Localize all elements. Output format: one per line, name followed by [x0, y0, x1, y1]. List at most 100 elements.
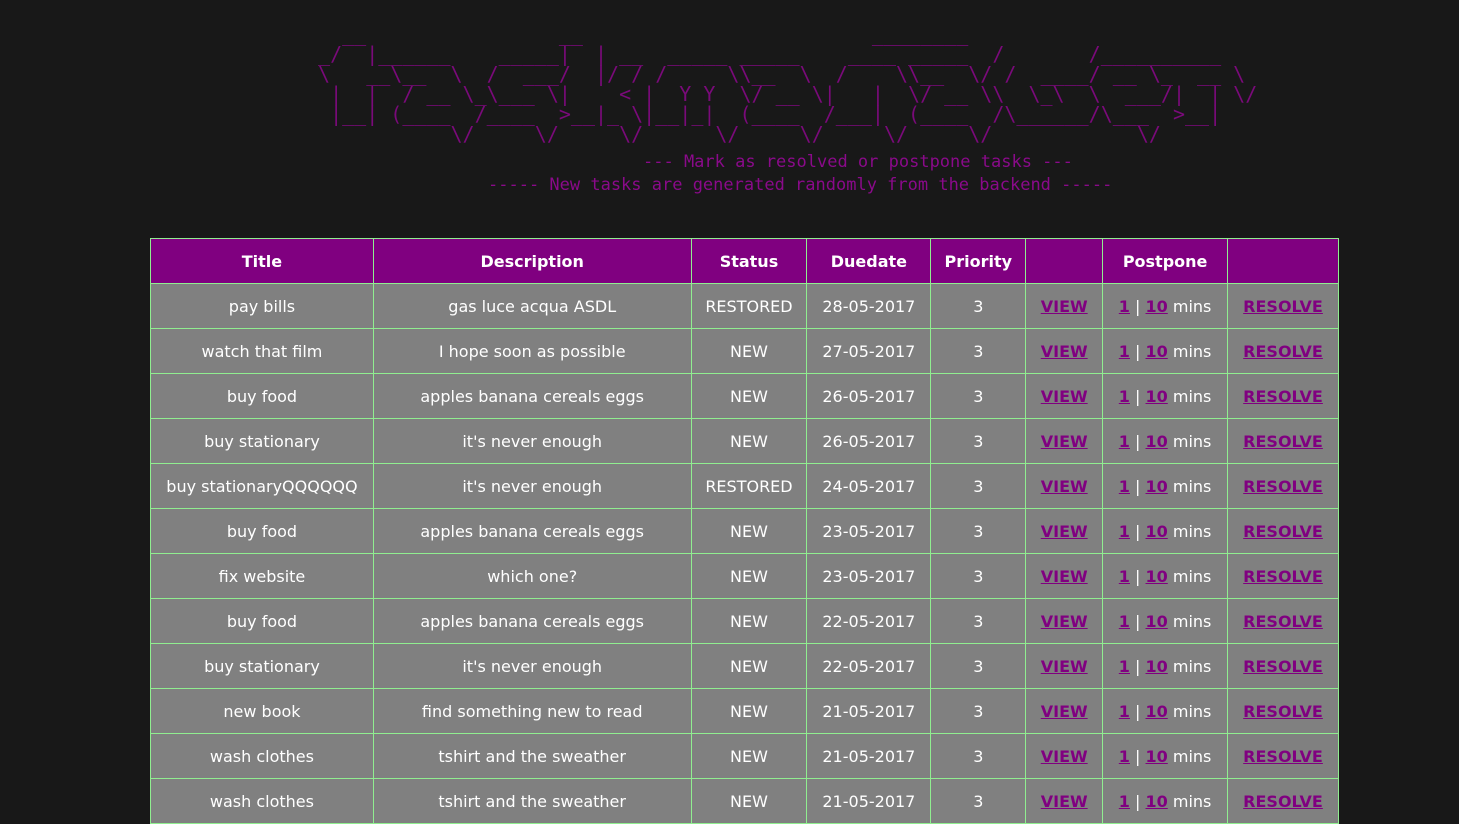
task-description: I hope soon as possible [372, 328, 692, 374]
task-priority: 3 [930, 463, 1027, 509]
resolve-link[interactable]: RESOLVE [1243, 612, 1323, 631]
view-link[interactable]: VIEW [1041, 567, 1088, 586]
resolve-link[interactable]: RESOLVE [1243, 522, 1323, 541]
task-status: NEW [690, 643, 808, 689]
task-title: new book [150, 688, 374, 734]
task-duedate: 23-05-2017 [806, 553, 932, 599]
task-status: NEW [690, 373, 808, 419]
task-status: NEW [690, 553, 808, 599]
table-header-row: Title Description Status Duedate Priorit… [150, 238, 1339, 284]
postpone-1-min-link[interactable]: 1 [1119, 432, 1130, 451]
view-link[interactable]: VIEW [1041, 792, 1088, 811]
postpone-1-min-link[interactable]: 1 [1119, 522, 1130, 541]
resolve-cell: RESOLVE [1227, 328, 1339, 374]
view-link[interactable]: VIEW [1041, 297, 1088, 316]
postpone-10-min-link[interactable]: 10 [1146, 657, 1168, 676]
postpone-1-min-link[interactable]: 1 [1119, 567, 1130, 586]
postpone-unit: mins [1172, 386, 1212, 406]
header-duedate: Duedate [806, 238, 932, 284]
task-priority: 3 [930, 418, 1027, 464]
postpone-10-min-link[interactable]: 10 [1146, 297, 1168, 316]
resolve-cell: RESOLVE [1227, 643, 1339, 689]
task-priority: 3 [930, 553, 1027, 599]
task-duedate: 28-05-2017 [806, 283, 932, 329]
postpone-1-min-link[interactable]: 1 [1119, 747, 1130, 766]
task-title: buy food [150, 508, 374, 554]
resolve-link[interactable]: RESOLVE [1243, 657, 1323, 676]
view-cell: VIEW [1025, 283, 1104, 329]
task-title: buy stationary [150, 643, 374, 689]
postpone-cell: 1 | 10 mins [1102, 778, 1229, 824]
postpone-1-min-link[interactable]: 1 [1119, 702, 1130, 721]
postpone-1-min-link[interactable]: 1 [1119, 342, 1130, 361]
header-status: Status [690, 238, 808, 284]
postpone-cell: 1 | 10 mins [1102, 283, 1229, 329]
resolve-link[interactable]: RESOLVE [1243, 432, 1323, 451]
view-link[interactable]: VIEW [1041, 432, 1088, 451]
resolve-link[interactable]: RESOLVE [1243, 702, 1323, 721]
table-row: wash clothes tshirt and the sweather NEW 21… [150, 778, 1339, 824]
postpone-cell: 1 | 10 mins [1102, 553, 1229, 599]
postpone-1-min-link[interactable]: 1 [1119, 657, 1130, 676]
postpone-cell: 1 | 10 mins [1102, 688, 1229, 734]
task-status: NEW [690, 508, 808, 554]
task-status: RESTORED [690, 463, 808, 509]
task-duedate: 21-05-2017 [806, 778, 932, 824]
task-status: NEW [690, 418, 808, 464]
postpone-1-min-link[interactable]: 1 [1119, 477, 1130, 496]
view-link[interactable]: VIEW [1041, 612, 1088, 631]
postpone-10-min-link[interactable]: 10 [1146, 792, 1168, 811]
table-row: watch that film I hope soon as possible NE… [150, 328, 1339, 374]
view-cell: VIEW [1025, 598, 1104, 644]
postpone-10-min-link[interactable]: 10 [1146, 567, 1168, 586]
view-cell: VIEW [1025, 508, 1104, 554]
view-link[interactable]: VIEW [1041, 342, 1088, 361]
resolve-link[interactable]: RESOLVE [1243, 792, 1323, 811]
resolve-link[interactable]: RESOLVE [1243, 342, 1323, 361]
table-row: buy food apples banana cereals eggs NEW 26-… [150, 373, 1339, 419]
task-description: tshirt and the sweather [372, 778, 692, 824]
postpone-10-min-link[interactable]: 10 [1146, 477, 1168, 496]
postpone-separator: | [1135, 701, 1141, 721]
postpone-10-min-link[interactable]: 10 [1146, 387, 1168, 406]
resolve-cell: RESOLVE [1227, 373, 1339, 419]
view-link[interactable]: VIEW [1041, 477, 1088, 496]
postpone-10-min-link[interactable]: 10 [1146, 702, 1168, 721]
ascii-logo: __ __ ________ _/ |______ _____| | __ __… [318, 22, 1258, 146]
postpone-10-min-link[interactable]: 10 [1146, 747, 1168, 766]
postpone-1-min-link[interactable]: 1 [1119, 612, 1130, 631]
view-cell: VIEW [1025, 688, 1104, 734]
postpone-separator: | [1135, 386, 1141, 406]
task-priority: 3 [930, 688, 1027, 734]
resolve-link[interactable]: RESOLVE [1243, 297, 1323, 316]
postpone-10-min-link[interactable]: 10 [1146, 612, 1168, 631]
task-status: NEW [690, 328, 808, 374]
postpone-unit: mins [1172, 656, 1212, 676]
header-priority: Priority [930, 238, 1027, 284]
postpone-1-min-link[interactable]: 1 [1119, 792, 1130, 811]
table-row: buy stationary it's never enough NEW 22-05-… [150, 643, 1339, 689]
resolve-link[interactable]: RESOLVE [1243, 387, 1323, 406]
postpone-10-min-link[interactable]: 10 [1146, 432, 1168, 451]
postpone-1-min-link[interactable]: 1 [1119, 297, 1130, 316]
view-link[interactable]: VIEW [1041, 747, 1088, 766]
view-link[interactable]: VIEW [1041, 522, 1088, 541]
task-title: fix website [150, 553, 374, 599]
table-body: pay bills gas luce acqua ASDL RESTORED 28-0… [150, 283, 1339, 824]
resolve-link[interactable]: RESOLVE [1243, 477, 1323, 496]
task-duedate: 21-05-2017 [806, 733, 932, 779]
resolve-link[interactable]: RESOLVE [1243, 567, 1323, 586]
task-description: apples banana cereals eggs [372, 508, 692, 554]
postpone-unit: mins [1172, 746, 1212, 766]
postpone-10-min-link[interactable]: 10 [1146, 342, 1168, 361]
view-link[interactable]: VIEW [1041, 657, 1088, 676]
view-link[interactable]: VIEW [1041, 387, 1088, 406]
task-description: apples banana cereals eggs [372, 598, 692, 644]
task-status: RESTORED [690, 283, 808, 329]
postpone-10-min-link[interactable]: 10 [1146, 522, 1168, 541]
task-description: gas luce acqua ASDL [372, 283, 692, 329]
resolve-link[interactable]: RESOLVE [1243, 747, 1323, 766]
view-link[interactable]: VIEW [1041, 702, 1088, 721]
task-description: it's never enough [372, 643, 692, 689]
postpone-1-min-link[interactable]: 1 [1119, 387, 1130, 406]
